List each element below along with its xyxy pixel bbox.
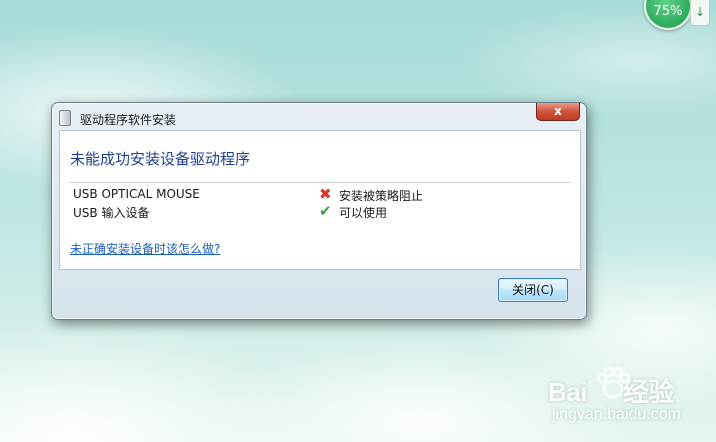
arrow-down-icon[interactable]: ↓ <box>690 0 710 26</box>
device-status: 可以使用 <box>339 206 388 220</box>
window-close-button[interactable]: x <box>536 103 580 121</box>
title-bar[interactable]: 驱动程序软件安装 x <box>52 103 586 131</box>
paw-icon <box>596 366 631 399</box>
help-link[interactable]: 未正确安装设备时该怎么做? <box>70 240 220 257</box>
device-name: USB OPTICAL MOUSE <box>73 187 200 201</box>
close-icon: x <box>554 104 562 118</box>
content-panel: 未能成功安装设备驱动程序 USB OPTICAL MOUSE ✖ 安装被策略阻止… <box>59 130 581 270</box>
green-check-icon: ✔ <box>319 202 332 220</box>
divider <box>70 182 570 183</box>
red-x-icon: ✖ <box>319 185 332 203</box>
device-status: 安装被策略阻止 <box>339 189 424 203</box>
device-name: USB 输入设备 <box>73 206 150 220</box>
driver-install-dialog: 驱动程序软件安装 x 未能成功安装设备驱动程序 USB OPTICAL MOUS… <box>51 102 587 320</box>
close-button[interactable]: 关闭(C) <box>498 278 568 302</box>
page-title: 未能成功安装设备驱动程序 <box>70 150 251 168</box>
watermark-url: jingyan.baidu.com <box>552 406 681 423</box>
device-icon <box>59 110 71 126</box>
baidu-watermark: Bai 经验 jingyan.baidu.com <box>548 366 698 432</box>
progress-percent-badge: 75% <box>644 0 692 30</box>
window-title: 驱动程序软件安装 <box>80 113 177 127</box>
